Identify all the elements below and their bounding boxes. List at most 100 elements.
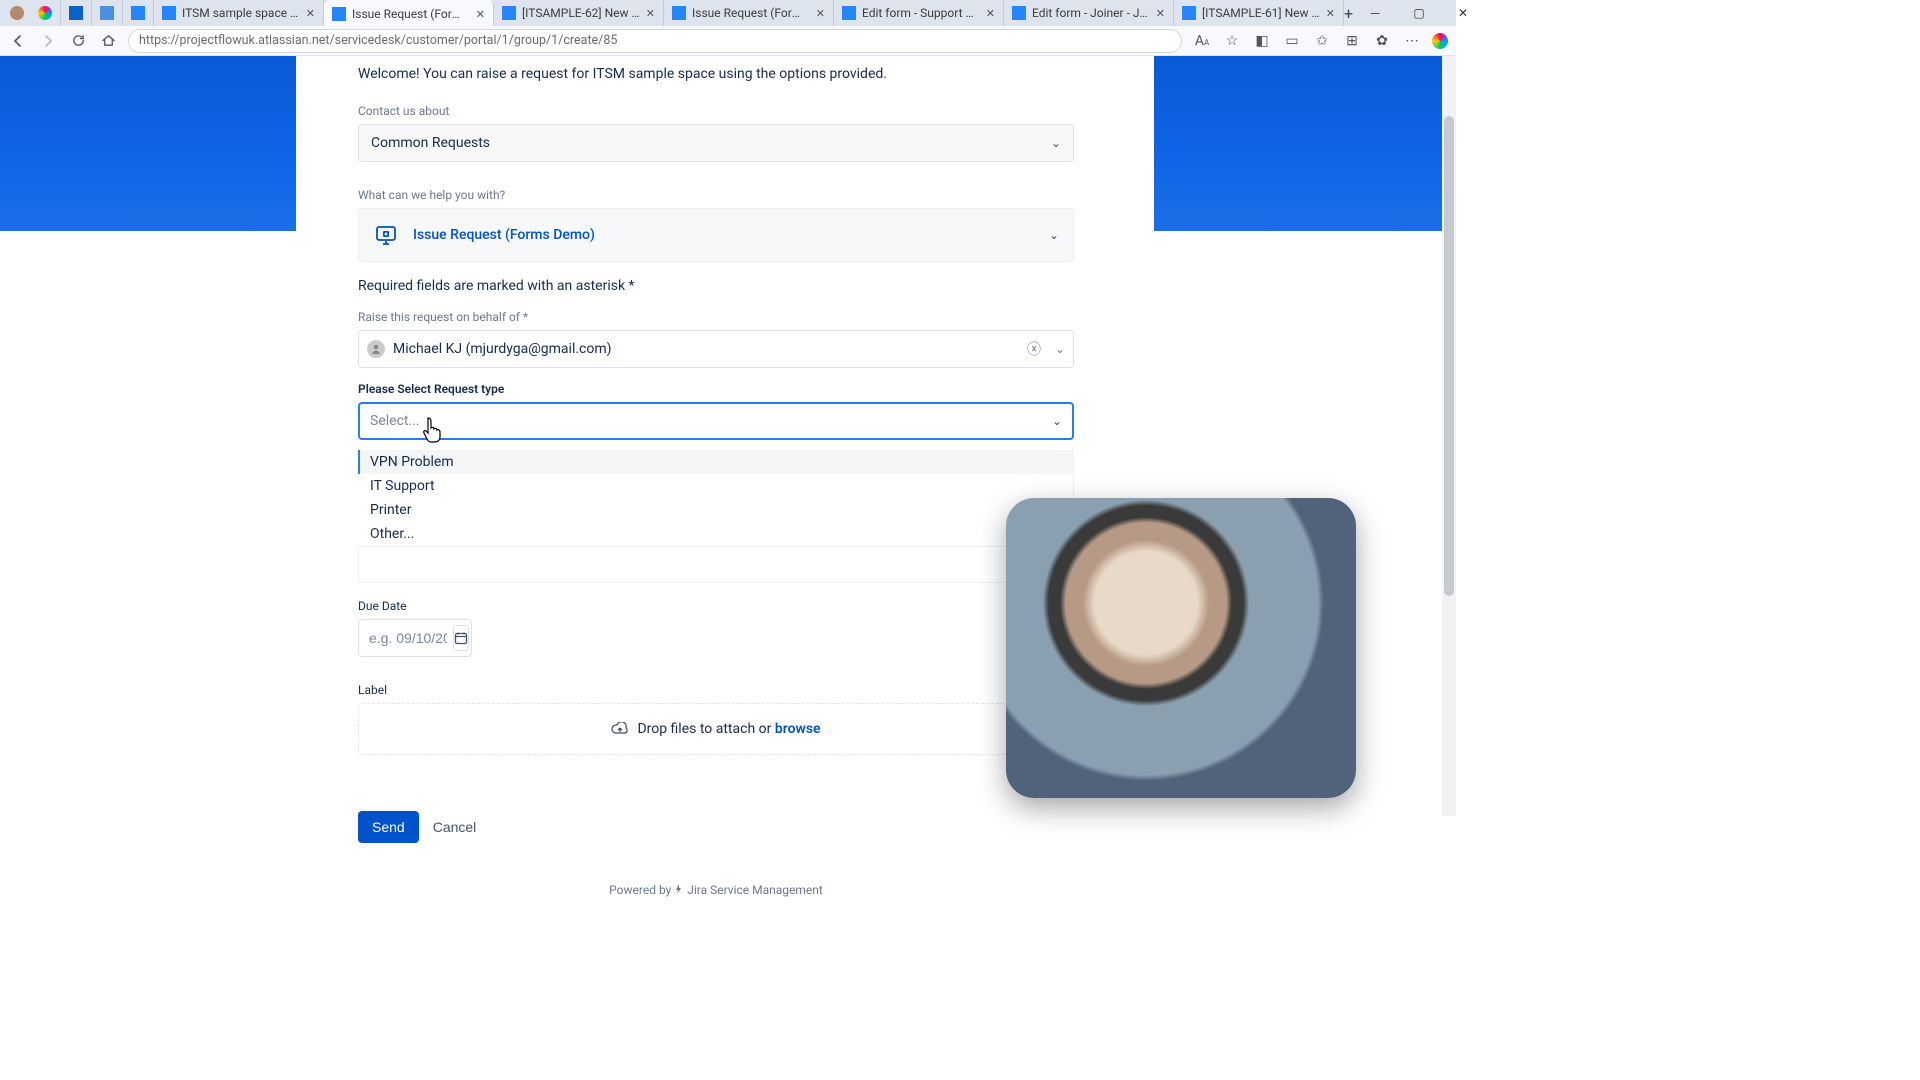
jira-icon	[502, 6, 516, 20]
contact-label: Contact us about	[358, 104, 1074, 118]
home-button[interactable]	[98, 31, 118, 51]
tab-itsample61[interactable]: [ITSAMPLE-61] New Support Fc ✕	[1174, 0, 1344, 26]
welcome-text: Welcome! You can raise a request for ITS…	[358, 66, 1074, 82]
collections-button[interactable]: ⊞	[1342, 31, 1362, 51]
generic-fav-icon	[100, 6, 114, 20]
tab-label: ITSM sample space - Request ty	[182, 6, 300, 20]
tab-label: Issue Request (Forms Demo) - I	[692, 6, 810, 20]
tab-itsm[interactable]: ITSM sample space - Request ty ✕	[154, 0, 324, 26]
refresh-button[interactable]	[68, 31, 88, 51]
favorites-button[interactable]: ✩	[1312, 31, 1332, 51]
tab-edit-form-joiner[interactable]: Edit form - Joiner - Jira ✕	[1004, 0, 1174, 26]
copilot-icon	[38, 6, 52, 20]
send-button[interactable]: Send	[358, 811, 419, 843]
contact-select-value: Common Requests	[371, 135, 490, 151]
jira-icon	[332, 7, 346, 21]
window-close-button[interactable]: ✕	[1441, 0, 1485, 26]
page-viewport: Welcome! You can raise a request for ITS…	[0, 56, 1456, 816]
footer: Powered by Jira Service Management	[358, 883, 1074, 897]
close-tab-icon[interactable]: ✕	[1326, 7, 1335, 20]
vertical-scrollbar[interactable]	[1442, 56, 1456, 816]
calendar-icon	[69, 6, 83, 20]
split-screen-button[interactable]: ▭	[1282, 31, 1302, 51]
tab-edit-form-support[interactable]: Edit form - Support Form - Jira ✕	[834, 0, 1004, 26]
menu-button[interactable]: ⋯	[1402, 31, 1422, 51]
option-vpn-problem[interactable]: VPN Problem	[358, 450, 1073, 474]
cancel-button[interactable]: Cancel	[433, 819, 477, 835]
hidden-textarea-remainder	[358, 547, 1074, 583]
help-label: What can we help you with?	[358, 188, 1074, 202]
behalf-user-picker[interactable]: Michael KJ (mjurdyga@gmail.com) ⓧ ⌄	[358, 330, 1074, 368]
profile-avatar-icon	[10, 6, 24, 20]
option-other[interactable]: Other...	[358, 522, 1073, 546]
profile-tab[interactable]	[4, 0, 30, 26]
behalf-label: Raise this request on behalf of *	[358, 310, 1074, 324]
jira-icon	[162, 6, 176, 20]
window-restore-button[interactable]: ▢	[1397, 0, 1441, 26]
tab-3[interactable]	[123, 0, 154, 26]
tab-issue-request-2[interactable]: Issue Request (Forms Demo) - I ✕	[664, 0, 834, 26]
tab-label: [ITSAMPLE-61] New Support Fc	[1202, 6, 1320, 20]
due-date-field[interactable]	[358, 619, 472, 657]
tab-0[interactable]	[30, 0, 61, 26]
jira-icon	[842, 6, 856, 20]
chevron-down-icon: ⌄	[1049, 228, 1059, 242]
label-label: Label	[358, 683, 1074, 697]
close-tab-icon[interactable]: ✕	[816, 7, 825, 20]
tab-issue-request[interactable]: Issue Request (Forms Demo) - I ✕	[324, 0, 494, 26]
new-tab-button[interactable]: +	[1344, 0, 1353, 26]
tab-label: Edit form - Support Form - Jira	[862, 6, 980, 20]
request-form-card: Welcome! You can raise a request for ITS…	[296, 56, 1154, 937]
contact-select[interactable]: Common Requests ⌄	[358, 124, 1074, 162]
close-tab-icon[interactable]: ✕	[1156, 7, 1165, 20]
close-tab-icon[interactable]: ✕	[646, 7, 655, 20]
copilot-sidebar-icon[interactable]	[1432, 33, 1448, 49]
option-it-support[interactable]: IT Support	[358, 474, 1073, 498]
clear-icon[interactable]: ⓧ	[1027, 339, 1041, 359]
chevron-down-icon: ⌄	[1052, 414, 1062, 428]
calendar-icon[interactable]	[453, 625, 469, 651]
due-date-input[interactable]	[369, 630, 447, 646]
extensions1-icon[interactable]: ◧	[1252, 31, 1272, 51]
address-bar[interactable]: https://projectflowuk.atlassian.net/serv…	[128, 29, 1182, 53]
forward-button[interactable]	[38, 31, 58, 51]
reader-button[interactable]: AA	[1192, 31, 1212, 51]
tab-2[interactable]	[92, 0, 123, 26]
monitor-plus-icon	[373, 222, 399, 248]
required-note: Required fields are marked with an aster…	[358, 278, 1074, 294]
browse-link[interactable]: browse	[775, 721, 821, 737]
dropzone-text: Drop files to attach or browse	[637, 721, 820, 737]
request-type-dropdown[interactable]: Select... ⌄	[358, 402, 1074, 440]
atlassian-icon	[131, 6, 145, 20]
request-type-name: Issue Request (Forms Demo)	[413, 227, 595, 243]
browser-titlebar: ITSM sample space - Request ty ✕ Issue R…	[0, 0, 1456, 26]
extension-puzzle-icon[interactable]: ✿	[1372, 31, 1392, 51]
url-text: https://projectflowuk.atlassian.net/serv…	[139, 33, 617, 48]
browser-toolbar: https://projectflowuk.atlassian.net/serv…	[0, 26, 1456, 56]
dropdown-placeholder: Select...	[370, 413, 420, 429]
tab-1[interactable]	[61, 0, 92, 26]
behalf-user-value: Michael KJ (mjurdyga@gmail.com)	[393, 341, 612, 357]
presenter-webcam-overlay	[1006, 498, 1356, 798]
window-minimize-button[interactable]: ─	[1353, 0, 1397, 26]
request-type-options: VPN Problem IT Support Printer Other...	[358, 450, 1074, 547]
jira-icon	[1182, 6, 1196, 20]
close-tab-icon[interactable]: ✕	[476, 8, 485, 21]
jira-icon	[1012, 6, 1026, 20]
tab-itsample62[interactable]: [ITSAMPLE-62] New Support Fc ✕	[494, 0, 664, 26]
close-tab-icon[interactable]: ✕	[986, 7, 995, 20]
tab-label: Issue Request (Forms Demo) - I	[352, 7, 470, 21]
close-tab-icon[interactable]: ✕	[306, 7, 315, 20]
back-button[interactable]	[8, 31, 28, 51]
user-avatar-icon	[367, 340, 385, 358]
attachment-dropzone[interactable]: Drop files to attach or browse	[358, 703, 1074, 755]
favorite-button[interactable]: ☆	[1222, 31, 1242, 51]
request-type-select[interactable]: Issue Request (Forms Demo) ⌄	[358, 208, 1074, 262]
tab-label: Edit form - Joiner - Jira	[1032, 6, 1150, 20]
option-printer[interactable]: Printer	[358, 498, 1073, 522]
scrollbar-thumb[interactable]	[1444, 116, 1454, 596]
jira-bolt-icon	[674, 884, 684, 894]
chevron-down-icon: ⌄	[1051, 136, 1061, 150]
chevron-down-icon: ⌄	[1055, 342, 1065, 356]
due-date-label: Due Date	[358, 599, 1074, 613]
